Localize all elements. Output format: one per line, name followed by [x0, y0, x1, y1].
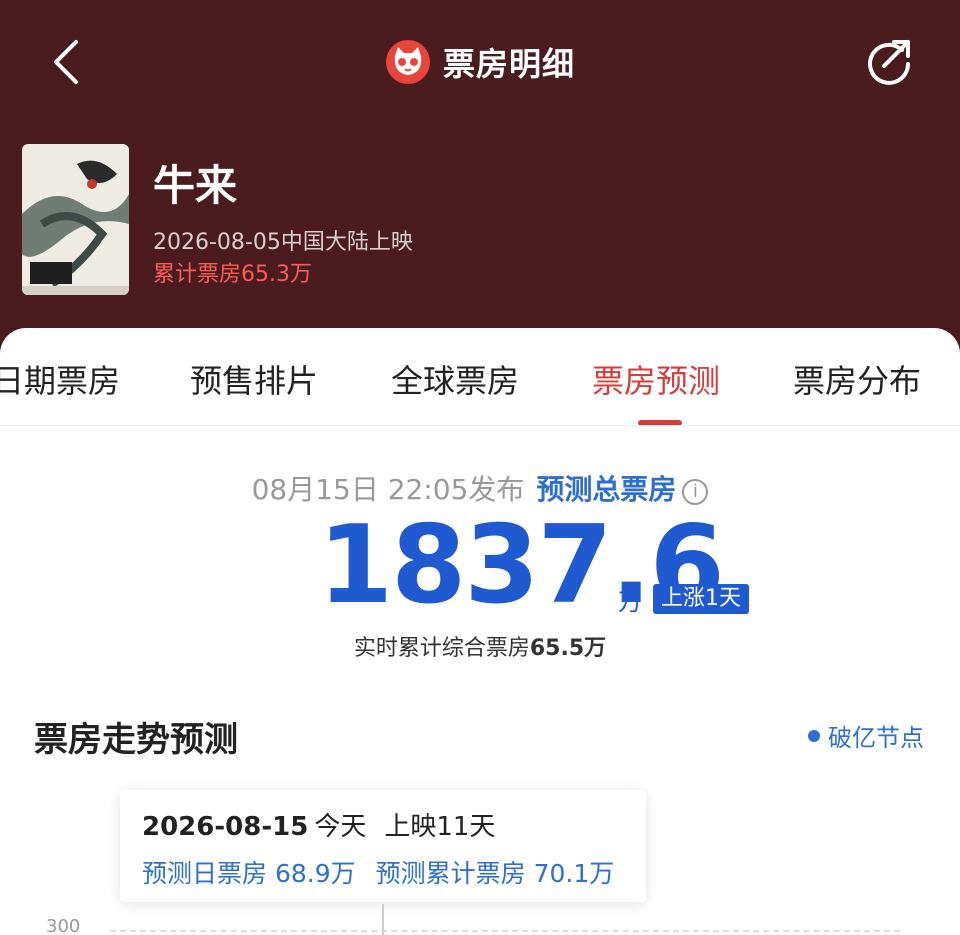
- chart-tooltip: 2026-08-15 今天 上映11天 预测日票房 68.9万 预测累计票房 70.1…: [120, 790, 646, 902]
- info-icon[interactable]: i: [682, 479, 709, 505]
- trend-section-title: 票房走势预测: [34, 720, 238, 760]
- trend-badge: 上涨1天: [653, 584, 749, 614]
- tooltip-values: 预测日票房 68.9万 预测累计票房 70.1万: [142, 854, 614, 890]
- realtime-box-office: 实时累计综合票房65.5万: [0, 630, 960, 662]
- page-title: 票房明细: [442, 45, 575, 83]
- realtime-label: 实时累计综合票房: [353, 636, 530, 661]
- chart-cursor-line: [382, 904, 384, 935]
- active-tab-indicator: [638, 420, 682, 425]
- cumulative-box-office: 累计票房65.3万: [153, 262, 312, 287]
- forecast-label: 预测总票房: [536, 473, 677, 506]
- grid-line: [110, 930, 900, 932]
- legend-dot-icon: [808, 729, 820, 742]
- tooltip-cumulative: 预测累计票房 70.1万: [375, 859, 615, 888]
- tab-daily-box-office[interactable]: 日期票房: [0, 356, 120, 402]
- tab-global-box-office[interactable]: 全球票房: [391, 356, 519, 402]
- tooltip-days: 上映11天: [384, 812, 496, 842]
- y-axis-tick: 300: [46, 916, 81, 935]
- realtime-value: 65.5万: [529, 636, 607, 661]
- header: 票房明细 牛来 2026-08-05中国大陆上映 累计票房65.3万: [0, 0, 960, 360]
- tooltip-daily: 预测日票房 68.9万: [142, 859, 356, 888]
- tab-box-office-distribution[interactable]: 票房分布: [793, 356, 921, 402]
- tab-bar: 日期票房 预售排片 全球票房 票房预测 票房分布: [0, 328, 960, 426]
- title-bar: 票房明细: [0, 36, 960, 88]
- tab-box-office-forecast[interactable]: 票房预测: [592, 356, 720, 402]
- tooltip-header: 2026-08-15 今天 上映11天: [142, 806, 495, 843]
- release-info: 2026-08-05中国大陆上映: [153, 230, 413, 255]
- tooltip-today: 今天: [314, 812, 367, 842]
- trend-chart[interactable]: 300: [0, 904, 960, 935]
- movie-poster[interactable]: [22, 144, 129, 295]
- tooltip-date: 2026-08-15: [142, 812, 309, 842]
- publish-time: 08月15日 22:05发布: [251, 473, 525, 506]
- forecast-unit: 万: [618, 588, 642, 616]
- legend-label: 破亿节点: [828, 724, 924, 752]
- publish-row: 08月15日 22:05发布 预测总票房 i: [0, 468, 960, 508]
- maoyan-logo-icon: [385, 40, 430, 84]
- share-icon[interactable]: [862, 36, 916, 88]
- tab-presale[interactable]: 预售排片: [190, 356, 318, 402]
- content-card: 日期票房 预售排片 全球票房 票房预测 票房分布 08月15日 22:05发布预…: [0, 328, 960, 935]
- movie-title: 牛来: [153, 161, 238, 210]
- legend-item[interactable]: 破亿节点: [808, 718, 924, 753]
